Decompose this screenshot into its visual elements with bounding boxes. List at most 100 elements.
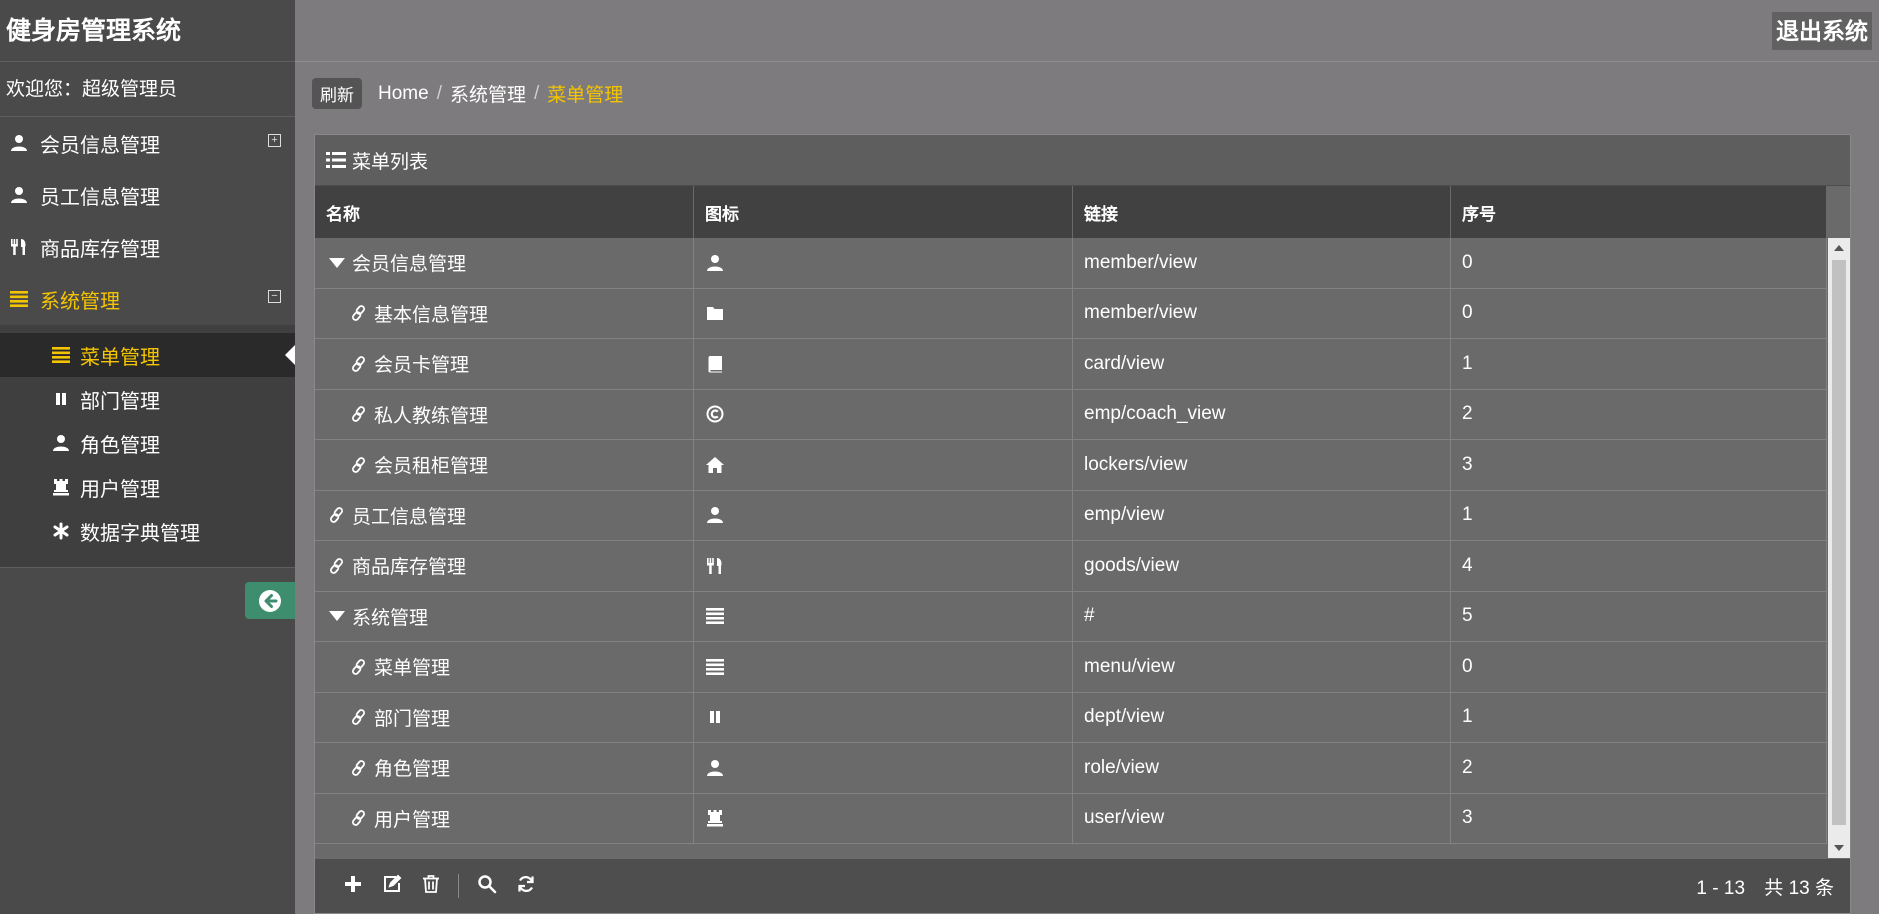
cell-icon	[694, 238, 1073, 288]
cell-order: 0	[1451, 238, 1827, 288]
cell-order: 3	[1451, 440, 1827, 490]
table-row[interactable]: 用户管理 user/view 3	[315, 793, 1827, 844]
table-row[interactable]: 会员租柜管理 lockers/view 3	[315, 440, 1827, 491]
row-name: 商品库存管理	[352, 557, 467, 579]
breadcrumb-system[interactable]: 系统管理	[450, 80, 526, 107]
pause-icon	[705, 707, 725, 727]
sidebar-item-label: 会员信息管理	[40, 134, 160, 157]
collapse-sidebar-button[interactable]	[245, 582, 295, 619]
column-header-icon[interactable]: 图标	[694, 186, 1073, 238]
sidebar-item-label: 商品库存管理	[40, 238, 160, 261]
user-icon	[8, 184, 30, 206]
table-row[interactable]: 基本信息管理 member/view 0	[315, 288, 1827, 339]
breadcrumb-separator: /	[533, 82, 540, 104]
cell-name: 会员信息管理	[315, 238, 694, 288]
sidebar-subitem[interactable]: 部门管理	[0, 377, 295, 421]
link-icon	[349, 455, 369, 475]
column-header-link[interactable]: 链接	[1073, 186, 1451, 238]
sidebar-subitem[interactable]: 角色管理	[0, 421, 295, 465]
table-row[interactable]: 会员信息管理 member/view 0	[315, 238, 1827, 289]
caret-down-icon[interactable]	[327, 253, 347, 273]
panel-title: 菜单列表	[352, 151, 429, 173]
user-icon	[8, 132, 30, 154]
tree-node: 部门管理	[327, 704, 450, 731]
caret-down-icon[interactable]	[327, 606, 347, 626]
list-icon	[326, 151, 346, 169]
cell-order: 1	[1451, 692, 1827, 742]
cell-icon	[694, 440, 1073, 490]
delete-button[interactable]	[411, 871, 450, 901]
sidebar-subitem[interactable]: 数据字典管理	[0, 509, 295, 553]
tree-node: 角色管理	[327, 754, 450, 781]
table-row[interactable]: 部门管理 dept/view 1	[315, 692, 1827, 743]
cell-name: 用户管理	[315, 793, 694, 843]
edit-button[interactable]	[372, 871, 411, 901]
edit-icon	[382, 874, 402, 899]
expand-icon[interactable]: +	[268, 134, 281, 147]
collapse-icon[interactable]: −	[268, 290, 281, 303]
table-row[interactable]: 菜单管理 menu/view 0	[315, 642, 1827, 693]
sidebar-subitem[interactable]: 菜单管理	[0, 333, 295, 377]
cell-link: menu/view	[1073, 642, 1451, 692]
list-icon	[50, 344, 72, 366]
table-row[interactable]: 角色管理 role/view 2	[315, 743, 1827, 794]
scroll-thumb[interactable]	[1832, 260, 1846, 825]
tree-node: 私人教练管理	[327, 401, 488, 428]
link-icon	[349, 354, 369, 374]
grid-scrollbar[interactable]	[1828, 238, 1850, 858]
cell-icon	[694, 642, 1073, 692]
sidebar-subnav: 菜单管理部门管理角色管理 用户管理 数据字典管理	[0, 325, 295, 568]
logout-button[interactable]: 退出系统	[1772, 12, 1872, 50]
scroll-up-arrow[interactable]	[1834, 245, 1844, 251]
refresh-button[interactable]	[506, 871, 545, 901]
sidebar: 健身房管理系统 欢迎您：超级管理员 会员信息管理 + 员工信息管理 商品库存管理 系统管…	[0, 0, 295, 914]
table-row[interactable]: 员工信息管理 emp/view 1	[315, 490, 1827, 541]
cutlery-icon	[705, 556, 725, 576]
user-icon	[705, 758, 725, 778]
sidebar-item-label: 系统管理	[40, 290, 120, 313]
cell-icon	[694, 389, 1073, 439]
sidebar-item[interactable]: 系统管理 −	[0, 273, 295, 325]
link-icon	[349, 758, 369, 778]
cell-icon	[694, 743, 1073, 793]
app-title: 健身房管理系统	[0, 0, 295, 62]
sidebar-subitem-label: 部门管理	[80, 390, 160, 413]
cell-order: 5	[1451, 591, 1827, 641]
search-button[interactable]	[467, 871, 506, 901]
sidebar-item[interactable]: 员工信息管理	[0, 169, 295, 221]
cell-order: 1	[1451, 339, 1827, 389]
sidebar-subitem[interactable]: 用户管理	[0, 465, 295, 509]
breadcrumb-separator: /	[436, 82, 442, 104]
cell-name: 商品库存管理	[315, 541, 694, 591]
add-button[interactable]	[333, 871, 372, 901]
welcome-text: 欢迎您：超级管理员	[0, 62, 295, 117]
cell-link: member/view	[1073, 288, 1451, 338]
cell-name: 会员租柜管理	[315, 440, 694, 490]
search-icon	[477, 874, 497, 899]
row-name: 部门管理	[374, 708, 451, 730]
list-icon	[705, 657, 725, 677]
sidebar-item[interactable]: 商品库存管理	[0, 221, 295, 273]
delete-icon	[421, 874, 441, 899]
copyright-icon	[705, 404, 725, 424]
cell-order: 1	[1451, 490, 1827, 540]
table-row[interactable]: 商品库存管理 goods/view 4	[315, 541, 1827, 592]
tree-node: 系统管理	[327, 603, 428, 630]
table-row[interactable]: 私人教练管理 emp/coach_view 2	[315, 389, 1827, 440]
cell-icon	[694, 541, 1073, 591]
cell-link: emp/view	[1073, 490, 1451, 540]
table-row[interactable]: 会员卡管理 card/view 1	[315, 339, 1827, 390]
column-header-name[interactable]: 名称	[315, 186, 694, 238]
scroll-down-arrow[interactable]	[1834, 845, 1844, 851]
toolbar-separator	[458, 874, 459, 898]
link-icon	[349, 707, 369, 727]
refresh-button[interactable]: 刷新	[312, 78, 362, 109]
cell-link: member/view	[1073, 238, 1451, 288]
breadcrumb-home[interactable]: Home	[378, 83, 429, 105]
row-name: 系统管理	[352, 607, 429, 629]
table-row[interactable]: 系统管理 #5	[315, 591, 1827, 642]
tree-node: 会员信息管理	[327, 249, 466, 276]
sidebar-item[interactable]: 会员信息管理 +	[0, 117, 295, 169]
column-header-order[interactable]: 序号	[1451, 186, 1827, 238]
cutlery-icon	[8, 236, 30, 258]
